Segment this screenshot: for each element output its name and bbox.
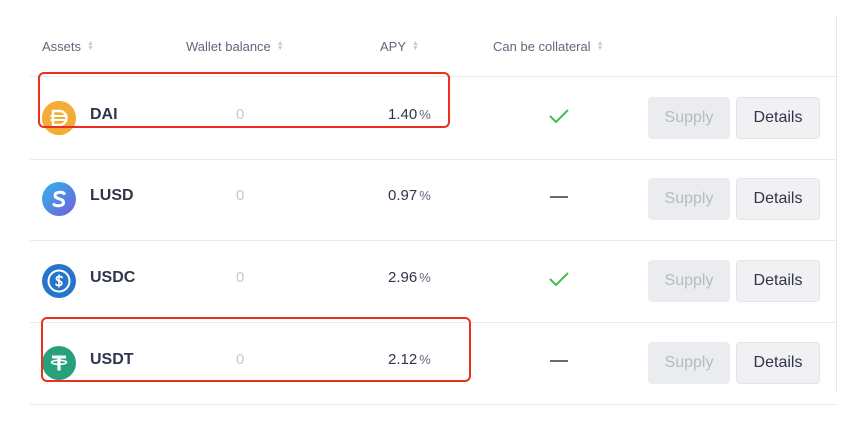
sort-icon: ▲ ▼ (87, 40, 94, 52)
apy-value: 1.40% (388, 106, 431, 123)
dai-icon (42, 101, 76, 135)
header-wallet-balance[interactable]: Wallet balance ▲ ▼ (186, 36, 284, 56)
check-icon (544, 264, 574, 294)
usdc-icon (42, 264, 76, 298)
wallet-balance: 0 (236, 106, 245, 123)
table-row: USDT 0 2.12% Supply Details (30, 322, 836, 405)
table-row: LUSD 0 0.97% Supply Details (30, 158, 836, 241)
apy-number: 1.40 (388, 106, 418, 123)
header-apy-label: APY (380, 38, 407, 54)
asset-name: LUSD (90, 187, 134, 204)
table-row: USDC 0 2.96% Supply Details (30, 240, 836, 323)
dash-icon (544, 182, 574, 212)
sort-icon: ▲ ▼ (412, 40, 419, 52)
apy-number: 0.97 (388, 187, 418, 204)
header-collateral-label: Can be collateral (493, 38, 591, 54)
table-row: DAI 0 1.40% Supply Details (30, 76, 836, 160)
apy-unit: % (419, 270, 431, 285)
details-button[interactable]: Details (736, 97, 820, 139)
supply-button[interactable]: Supply (648, 260, 730, 302)
supply-button[interactable]: Supply (648, 97, 730, 139)
usdt-icon (42, 346, 76, 380)
wallet-balance: 0 (236, 187, 245, 204)
details-button[interactable]: Details (736, 342, 820, 384)
sort-icon: ▲ ▼ (596, 40, 604, 52)
wallet-balance: 0 (236, 351, 245, 368)
header-assets[interactable]: Assets ▲ ▼ (42, 36, 94, 56)
details-button[interactable]: Details (736, 260, 820, 302)
asset-name: USDC (90, 269, 136, 286)
apy-unit: % (419, 352, 431, 367)
apy-value: 0.97% (388, 187, 431, 204)
header-wallet-balance-label: Wallet balance (186, 38, 271, 54)
header-collateral[interactable]: Can be collateral ▲ ▼ (493, 36, 604, 56)
lusd-icon (42, 182, 76, 216)
wallet-balance: 0 (236, 269, 245, 286)
supply-button[interactable]: Supply (648, 342, 730, 384)
supply-assets-table: Assets ▲ ▼ Wallet balance ▲ ▼ APY ▲ ▼ Can b… (30, 16, 837, 405)
check-icon (544, 101, 574, 131)
apy-unit: % (419, 107, 431, 122)
apy-number: 2.12 (388, 351, 418, 368)
asset-name: DAI (90, 106, 118, 123)
apy-value: 2.96% (388, 269, 431, 286)
apy-number: 2.96 (388, 269, 418, 286)
asset-name: USDT (90, 351, 134, 368)
supply-button[interactable]: Supply (648, 178, 730, 220)
apy-value: 2.12% (388, 351, 431, 368)
sort-icon: ▲ ▼ (276, 40, 284, 52)
details-button[interactable]: Details (736, 178, 820, 220)
table-header: Assets ▲ ▼ Wallet balance ▲ ▼ APY ▲ ▼ Can b… (30, 16, 836, 76)
dash-icon (544, 346, 574, 376)
header-apy[interactable]: APY ▲ ▼ (380, 36, 419, 56)
apy-unit: % (419, 188, 431, 203)
header-assets-label: Assets (42, 38, 82, 54)
